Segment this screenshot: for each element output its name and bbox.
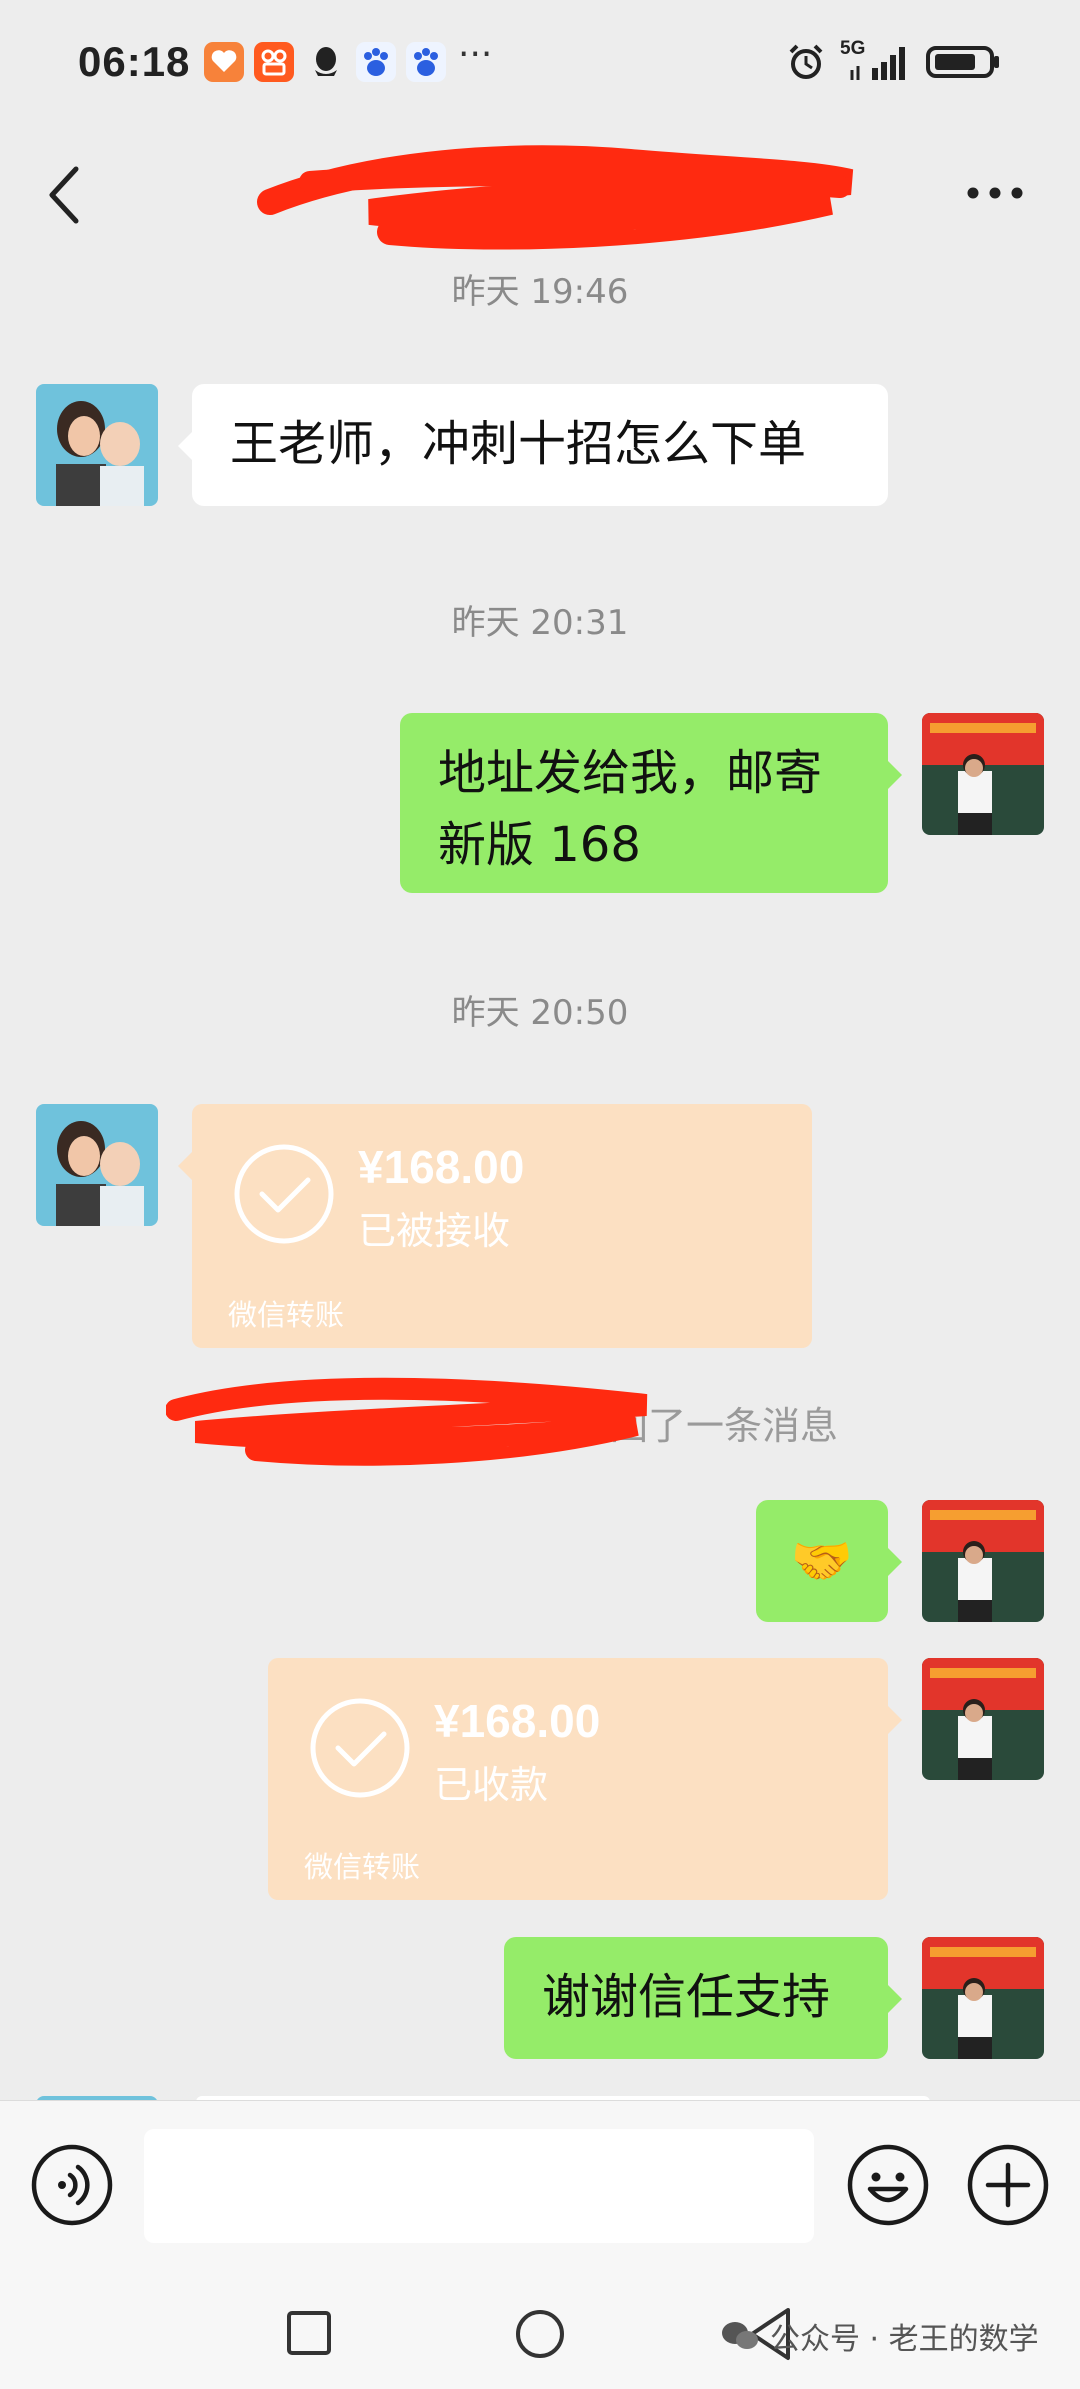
my-avatar[interactable] (922, 1937, 1044, 2059)
status-time: 06:18 (78, 38, 191, 85)
more-notifications-icon: ··· (458, 34, 493, 75)
system-nav-bar: 公众号 · 老王的数学 (0, 2270, 1080, 2389)
baidu-icon-2 (406, 42, 446, 82)
plus-icon (967, 2144, 1049, 2226)
handshake-emoji: 🤝 (790, 1532, 854, 1590)
status-bar: 06:18 ··· 5G (0, 0, 1080, 130)
transfer-amount: ¥168.00 (434, 1695, 601, 1747)
transfer-label: 微信转账 (228, 1298, 345, 1332)
my-avatar[interactable] (922, 1658, 1044, 1780)
input-bar (0, 2100, 1080, 2270)
app-notification-icon (204, 42, 244, 82)
more-button[interactable] (960, 168, 1030, 218)
watermark-text: 公众号 · 老王的数学 (770, 2322, 1039, 2357)
chat-header (0, 130, 1080, 260)
transfer-label: 微信转账 (304, 1850, 421, 1884)
kuaishou-icon (254, 42, 294, 82)
transfer-card-outgoing[interactable]: ¥168.00 已收款 微信转账 (268, 1658, 902, 1900)
timestamp: 昨天 19:46 (451, 272, 629, 312)
message-bubble-incoming[interactable]: 王老师，冲刺十招怎么下单 (178, 384, 888, 506)
transfer-amount: ¥168.00 (358, 1141, 525, 1193)
my-avatar[interactable] (922, 713, 1044, 835)
check-circle-icon (310, 1698, 410, 1798)
wechat-icon (722, 2322, 758, 2349)
baidu-icon (356, 42, 396, 82)
transfer-status: 已收款 (434, 1763, 549, 1807)
transfer-status: 已被接收 (358, 1209, 511, 1253)
timestamp: 昨天 20:50 (451, 993, 629, 1033)
watermark: 公众号 · 老王的数学 (720, 2314, 1039, 2358)
status-right: 5G (786, 38, 1002, 84)
chevron-left-icon (49, 166, 79, 224)
recent-apps-icon (287, 2311, 331, 2355)
recent-apps-button[interactable] (286, 2310, 332, 2356)
contact-avatar[interactable] (36, 1104, 158, 1226)
message-bubble-outgoing[interactable]: 谢谢信任支持 (504, 1937, 902, 2059)
message-bubble-outgoing[interactable]: 地址发给我，邮寄新版 168 (400, 713, 902, 893)
transfer-card-incoming[interactable]: ¥168.00 已被接收 微信转账 (178, 1104, 812, 1348)
battery-icon (926, 46, 999, 78)
voice-button[interactable] (30, 2143, 114, 2227)
qq-icon (306, 42, 346, 82)
signal-indicator: 5G (840, 38, 908, 82)
home-icon (516, 2310, 564, 2358)
contact-avatar[interactable] (36, 384, 158, 506)
voice-icon (31, 2144, 113, 2226)
home-button[interactable] (514, 2308, 566, 2360)
alarm-icon (789, 44, 823, 79)
emoji-button[interactable] (846, 2143, 930, 2227)
redaction-scribble (166, 1377, 648, 1466)
more-dots-icon (967, 187, 1023, 199)
emoji-bubble-outgoing[interactable]: 🤝 (756, 1500, 902, 1622)
network-type: 5G (840, 38, 866, 59)
emoji-icon (847, 2144, 929, 2226)
redaction-scribble (257, 145, 854, 250)
my-avatar[interactable] (922, 1500, 1044, 1622)
timestamp: 昨天 20:31 (451, 603, 629, 643)
check-circle-icon (234, 1144, 334, 1244)
plus-button[interactable] (966, 2143, 1050, 2227)
back-button[interactable] (38, 155, 94, 235)
message-input[interactable] (144, 2129, 814, 2243)
